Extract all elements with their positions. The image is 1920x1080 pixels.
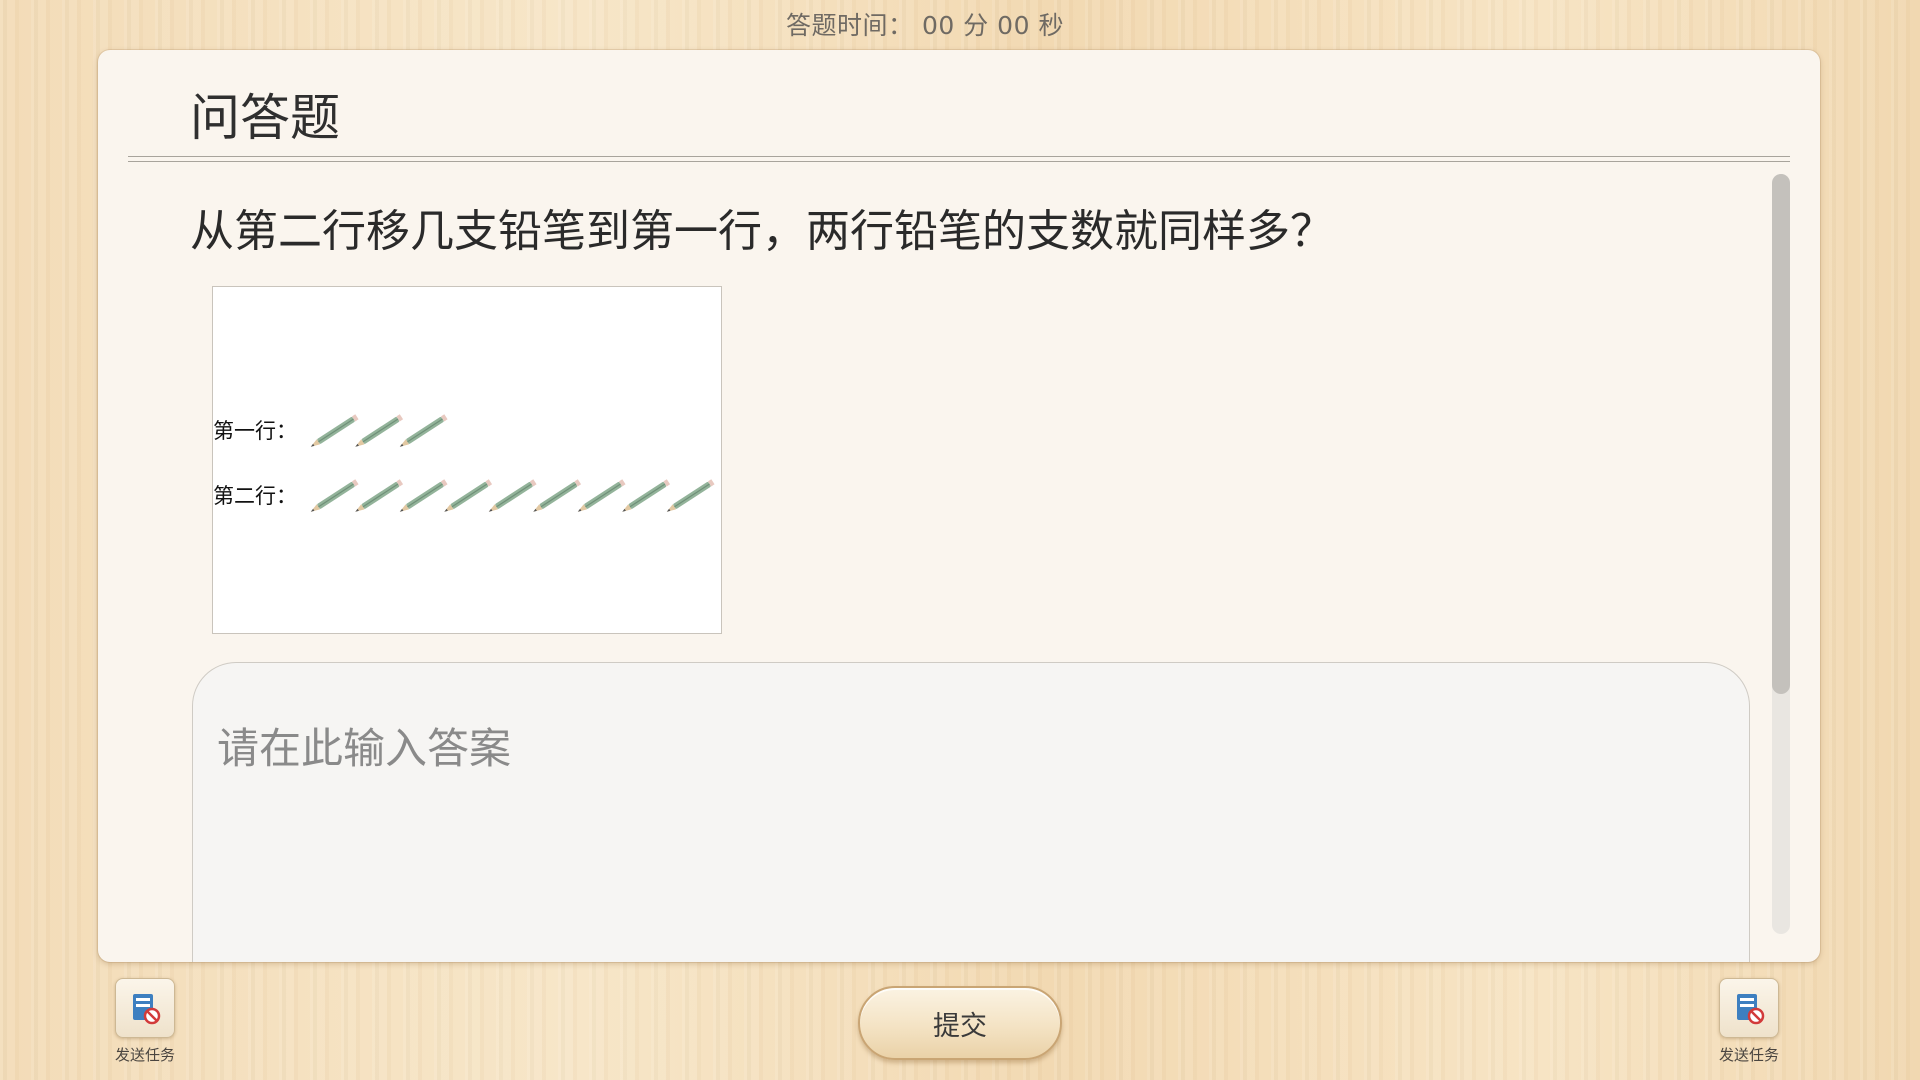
pencil-icon	[355, 479, 404, 512]
answer-timer: 答题时间： 00 分 00 秒	[786, 11, 1064, 40]
pencil-icon	[355, 414, 404, 447]
question-card: 问答题 从第二行移几支铅笔到第一行，两行铅笔的支数就同样多？ 第一行： 第二行：	[98, 50, 1820, 962]
question-figure: 第一行： 第二行：	[212, 286, 722, 634]
send-task-button-right[interactable]: 发送任务	[1704, 978, 1794, 1065]
pencil-icon	[310, 414, 359, 447]
pencil-icon	[577, 479, 626, 512]
title-divider	[128, 156, 1790, 162]
card-title: 问答题	[190, 89, 340, 147]
pencil-icon	[444, 479, 493, 512]
pencil-icon	[399, 479, 448, 512]
send-task-button-left[interactable]: 发送任务	[100, 978, 190, 1065]
send-task-icon	[1719, 978, 1779, 1038]
pencils-illustration	[310, 414, 715, 512]
pencil-icon	[399, 414, 448, 447]
send-task-label: 发送任务	[114, 1046, 175, 1064]
pencil-icon	[622, 479, 671, 512]
scrollbar-thumb[interactable]	[1772, 174, 1790, 694]
submit-button[interactable]: 提交	[858, 986, 1062, 1060]
answer-input[interactable]	[192, 662, 1750, 962]
pencil-icon	[666, 479, 715, 512]
pencil-icon	[533, 479, 582, 512]
pencil-icon	[310, 479, 359, 512]
question-text: 从第二行移几支铅笔到第一行，两行铅笔的支数就同样多？	[190, 206, 1334, 257]
send-task-label: 发送任务	[1718, 1046, 1779, 1064]
card-scrollbar[interactable]	[1772, 174, 1790, 934]
send-task-icon	[115, 978, 175, 1038]
pencil-icon	[488, 479, 537, 512]
